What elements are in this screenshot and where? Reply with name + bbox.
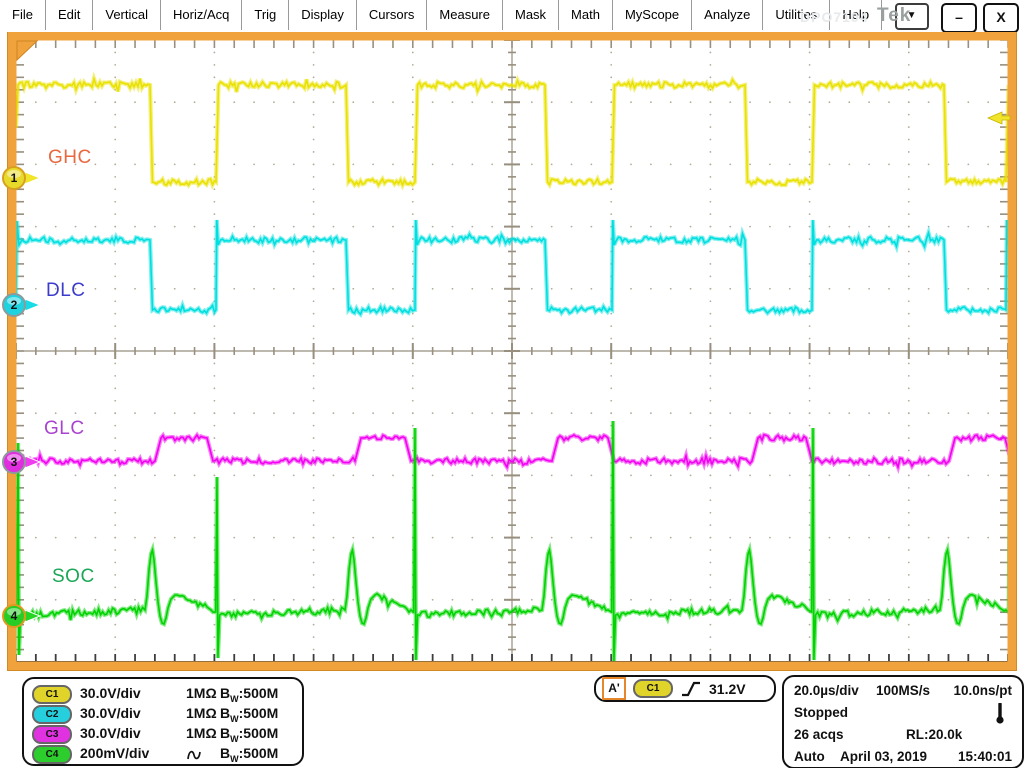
channel-readout-row-c4: C4 200mV/div BW:500M [24, 744, 302, 764]
svg-text:3: 3 [11, 455, 18, 469]
channel-impedance-c2: 1MΩ [186, 705, 217, 721]
acquisition-count: 26 acqs [794, 727, 844, 742]
channel-impedance-c3: 1MΩ [186, 725, 217, 741]
trigger-a-badge: A' [602, 677, 626, 700]
ch4-waveform-label: SOC [52, 566, 95, 588]
ch1-waveform-label: GHC [48, 147, 92, 169]
channel-impedance-c1: 1MΩ [186, 685, 217, 701]
vertical-readout-box[interactable]: C130.0V/div1MΩBW:500MC230.0V/div1MΩBW:50… [22, 677, 304, 766]
channel-scale-c1: 30.0V/div [80, 685, 141, 701]
menu-item-vertical[interactable]: Vertical [93, 0, 161, 30]
waveform-display: 1 2 3 4 GHC DLC GLC SOC [0, 32, 1024, 672]
trigger-mode: Auto [794, 749, 825, 764]
oscilloscope-app: FileEditVerticalHoriz/AcqTrigDisplayCurs… [0, 0, 1024, 768]
trigger-level-value: 31.2V [709, 681, 746, 697]
ch2-waveform-label: DLC [46, 280, 86, 302]
record-length: RL:20.0k [906, 727, 962, 742]
svg-text:4: 4 [11, 609, 18, 623]
channel-pill-c3[interactable]: C3 [32, 725, 72, 744]
sample-rate: 100MS/s [876, 683, 930, 698]
trigger-source-pill[interactable]: C1 [633, 679, 673, 698]
channel-readout-row-c2: C2 30.0V/div 1MΩBW:500M [24, 704, 302, 724]
scope-canvas[interactable]: 1 2 3 4 [0, 32, 1024, 672]
close-button[interactable]: X [983, 3, 1019, 33]
channel-pill-c2[interactable]: C2 [32, 705, 72, 724]
menu-items: FileEditVerticalHoriz/AcqTrigDisplayCurs… [0, 0, 882, 30]
channel-bandwidth-c2: BW:500M [220, 705, 278, 724]
rising-edge-icon [680, 680, 702, 698]
channel-scale-c2: 30.0V/div [80, 705, 141, 721]
ch3-waveform-label: GLC [44, 418, 85, 440]
menu-item-display[interactable]: Display [289, 0, 357, 30]
horizontal-scale: 20.0µs/div [794, 683, 859, 698]
menu-item-myscope[interactable]: MyScope [613, 0, 692, 30]
channel-pill-c4[interactable]: C4 [32, 745, 72, 764]
menu-item-measure[interactable]: Measure [427, 0, 503, 30]
time-label: 15:40:01 [958, 749, 1012, 764]
menu-item-horiz-acq[interactable]: Horiz/Acq [161, 0, 242, 30]
tek-logo: Tek [877, 5, 911, 27]
channel-scale-c4: 200mV/div [80, 745, 149, 761]
channel-pill-c1[interactable]: C1 [32, 685, 72, 704]
channel-readout-row-c3: C3 30.0V/div 1MΩBW:500M [24, 724, 302, 744]
menu-item-cursors[interactable]: Cursors [357, 0, 428, 30]
channel-scale-c3: 30.0V/div [80, 725, 141, 741]
channel-bandwidth-c3: BW:500M [220, 725, 278, 744]
readout-area: C130.0V/div1MΩBW:500MC230.0V/div1MΩBW:50… [0, 672, 1024, 768]
svg-text:2: 2 [11, 298, 18, 312]
thermometer-icon [994, 703, 1006, 725]
menu-bar: FileEditVerticalHoriz/AcqTrigDisplayCurs… [0, 0, 1024, 33]
menu-item-trig[interactable]: Trig [242, 0, 289, 30]
date-label: April 03, 2019 [840, 749, 927, 764]
svg-text:1: 1 [11, 171, 18, 185]
acquisition-status: Stopped [794, 705, 848, 720]
menu-item-analyze[interactable]: Analyze [692, 0, 763, 30]
sample-resolution: 10.0ns/pt [953, 683, 1012, 698]
menu-item-file[interactable]: File [0, 0, 46, 30]
model-label: DPO7104 [800, 9, 868, 25]
channel-readout-row-c1: C1 30.0V/div 1MΩBW:500M [24, 684, 302, 704]
channel-bandwidth-c1: BW:500M [220, 685, 278, 704]
trigger-readout-box[interactable]: A' C1 31.2V [594, 675, 776, 702]
menu-item-edit[interactable]: Edit [46, 0, 93, 30]
menu-item-mask[interactable]: Mask [503, 0, 559, 30]
channel-bandwidth-c4: BW:500M [220, 745, 278, 764]
current-probe-icon [186, 745, 202, 763]
menu-item-math[interactable]: Math [559, 0, 613, 30]
minimize-button[interactable]: – [941, 3, 977, 33]
horizontal-readout-box[interactable]: 20.0µs/div 100MS/s 10.0ns/pt Stopped 26 … [782, 675, 1024, 768]
